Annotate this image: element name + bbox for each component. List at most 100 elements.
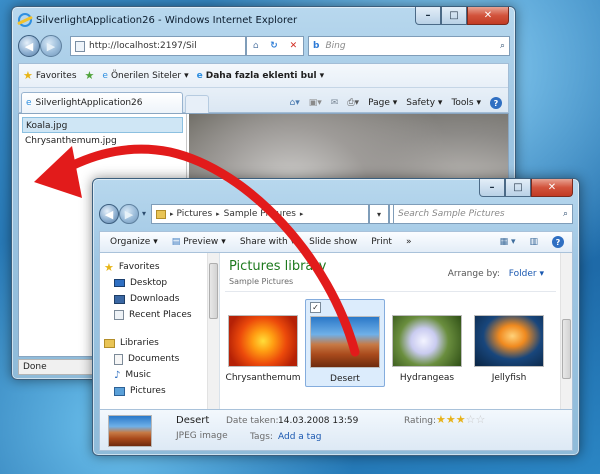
breadcrumb-dropdown[interactable]: ▾ (369, 204, 389, 224)
star-icon[interactable]: ★ (446, 413, 456, 426)
preview-icon: ▤ (171, 237, 181, 247)
nav-label: Pictures (130, 386, 166, 396)
addon-icon: e (196, 70, 203, 81)
ie-forward-button[interactable]: ▶ (40, 35, 62, 57)
file-item[interactable]: Koala.jpg (22, 117, 183, 133)
checkbox[interactable]: ✓ (310, 302, 321, 313)
search-icon[interactable]: ⌕ (500, 41, 505, 51)
nav-item-pictures[interactable]: Pictures (104, 383, 215, 399)
breadcrumb-item[interactable]: Pictures (177, 209, 213, 219)
ie-maximize-button[interactable]: □ (441, 7, 467, 25)
downloads-icon (114, 294, 125, 304)
thumbnail-desert[interactable]: ✓ Desert (305, 299, 385, 387)
page-menu[interactable]: Page ▾ (368, 98, 397, 108)
recent-places-icon (114, 310, 124, 320)
ie-address-text: http://localhost:2197/Sil (89, 41, 197, 51)
details-file-type: JPEG image (176, 431, 228, 441)
chevron-down-icon: ▾ (319, 70, 325, 81)
explorer-body: ★ Favorites Desktop Downloads Recent Pla… (99, 253, 573, 409)
change-view-icon[interactable]: ▦ ▾ (500, 237, 516, 247)
explorer-maximize-button[interactable]: □ (505, 179, 531, 197)
organize-label: Organize (110, 237, 151, 247)
nav-item-music[interactable]: ♪ Music (104, 367, 215, 383)
details-pane: Desert JPEG image Date taken: 14.03.2008… (99, 409, 573, 451)
ie-status-text: Done (23, 362, 47, 372)
file-item[interactable]: Chrysanthemum.jpg (22, 133, 183, 149)
preview-button[interactable]: ▤ Preview ▾ (172, 237, 226, 247)
star-icon[interactable]: ★ (436, 413, 446, 426)
nav-item-recent-places[interactable]: Recent Places (104, 307, 215, 323)
nav-item-desktop[interactable]: Desktop (104, 275, 215, 291)
explorer-search-placeholder: Search Sample Pictures (398, 209, 505, 219)
ie-tab-active[interactable]: e SilverlightApplication26 (21, 92, 183, 113)
recent-pages-icon[interactable]: ▾ (142, 209, 146, 218)
content-scrollbar[interactable] (560, 253, 572, 409)
scrollbar-thumb[interactable] (209, 263, 218, 319)
rss-icon[interactable]: ▣▾ (309, 98, 322, 108)
mail-icon[interactable]: ✉ (331, 98, 339, 108)
star-icon[interactable]: ☆ (466, 413, 476, 426)
scrollbar-thumb[interactable] (562, 319, 571, 379)
desktop-icon (114, 279, 125, 287)
star-icon[interactable]: ☆ (476, 413, 486, 426)
arrange-by-dropdown[interactable]: Folder ▾ (509, 269, 544, 279)
thumbnail-hydrangeas[interactable]: Hydrangeas (387, 299, 467, 387)
safety-menu[interactable]: Safety ▾ (406, 98, 442, 108)
breadcrumb-item[interactable]: Sample Pictures (224, 209, 296, 219)
favorites-button[interactable]: ★ Favorites (23, 69, 77, 82)
rating-stars[interactable]: ★★★☆☆ (436, 413, 485, 426)
ie-search-box[interactable]: b Bing ⌕ (308, 36, 510, 56)
explorer-breadcrumb[interactable]: ▸ Pictures ▸ Sample Pictures ▸ (151, 204, 369, 224)
help-icon[interactable]: ? (490, 97, 502, 109)
nav-item-downloads[interactable]: Downloads (104, 291, 215, 307)
explorer-forward-button[interactable]: ▶ (119, 204, 139, 224)
ie-window-title: SilverlightApplication26 - Windows Inter… (36, 14, 298, 26)
library-title: Pictures library (229, 259, 327, 274)
ie-logo-icon (18, 13, 32, 27)
thumbnail-chrysanthemum[interactable]: Chrysanthemum (223, 299, 303, 387)
new-tab-button[interactable] (185, 95, 209, 113)
nav-label: Desktop (130, 278, 168, 288)
explorer-back-button[interactable]: ◀ (99, 204, 119, 224)
nav-label: Music (125, 370, 151, 380)
navigation-scrollbar[interactable] (207, 253, 219, 409)
print-button[interactable]: Print (371, 237, 392, 247)
search-icon[interactable]: ⌕ (563, 209, 568, 219)
explorer-close-button[interactable]: ✕ (531, 179, 573, 197)
share-with-button[interactable]: Share with ▾ (240, 237, 295, 247)
refresh-icon[interactable]: ↻ (270, 41, 278, 51)
ie-minimize-button[interactable]: – (415, 7, 441, 25)
star-icon[interactable]: ★ (456, 413, 466, 426)
more-addons-link[interactable]: e Daha fazla eklenti bul ▾ (197, 71, 324, 81)
ie-close-button[interactable]: ✕ (467, 7, 509, 25)
nav-item-favorites[interactable]: ★ Favorites (104, 259, 215, 275)
compatibility-view-icon[interactable]: ⌂ (253, 41, 259, 51)
slide-show-button[interactable]: Slide show (309, 237, 357, 247)
safety-menu-label: Safety (406, 98, 436, 108)
tools-menu[interactable]: Tools ▾ (451, 98, 481, 108)
explorer-window-controls: – □ ✕ (479, 179, 573, 197)
organize-button[interactable]: Organize ▾ (110, 237, 158, 247)
explorer-search-box[interactable]: Search Sample Pictures ⌕ (393, 204, 573, 224)
breadcrumb-separator-icon: ▸ (170, 210, 174, 218)
nav-item-documents[interactable]: Documents (104, 351, 215, 367)
more-commands-button[interactable]: » (406, 237, 412, 247)
share-with-label: Share with (239, 237, 288, 247)
explorer-minimize-button[interactable]: – (479, 179, 505, 197)
stop-icon[interactable]: ✕ (290, 41, 298, 51)
home-icon[interactable]: ⌂▾ (290, 98, 300, 108)
preview-pane-icon[interactable]: ▥ (529, 237, 538, 247)
ie-back-button[interactable]: ◀ (18, 35, 40, 57)
suggested-sites-button[interactable]: e Önerilen Siteler ▾ (102, 71, 188, 81)
print-icon[interactable]: ⎙▾ (347, 98, 359, 108)
nav-label: Documents (128, 354, 180, 364)
nav-item-libraries[interactable]: Libraries (104, 335, 215, 351)
add-favorites-icon[interactable]: ★ (85, 69, 95, 82)
ie-search-placeholder: Bing (325, 41, 346, 51)
library-subtitle: Sample Pictures (229, 277, 294, 286)
preview-label: Preview (183, 237, 219, 247)
help-icon[interactable]: ? (552, 236, 564, 248)
thumbnail-jellyfish[interactable]: Jellyfish (469, 299, 549, 387)
ie-address-bar[interactable]: http://localhost:2197/Sil (70, 36, 246, 56)
tags-field[interactable]: Add a tag (278, 432, 321, 442)
